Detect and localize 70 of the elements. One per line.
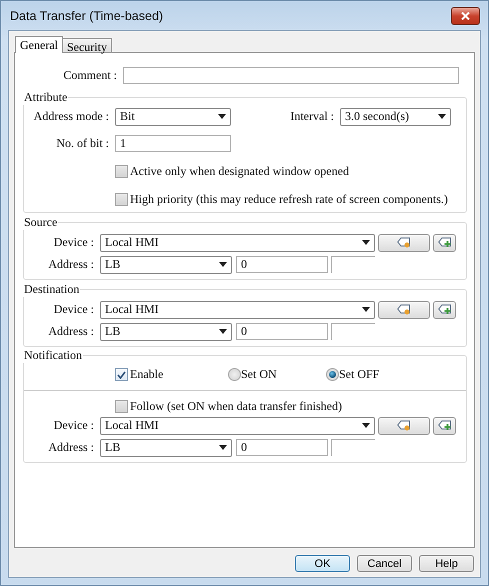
- dialog-button[interactable]: OK: [295, 555, 350, 572]
- group-title: Notification: [23, 348, 83, 363]
- field-label: Address :: [47, 257, 95, 272]
- field-label: No. of bit :: [55, 136, 110, 151]
- tag-button[interactable]: [378, 416, 430, 434]
- window-title: Data Transfer (Time-based): [10, 8, 164, 22]
- tag-icon: [397, 237, 411, 248]
- dropdown[interactable]: Local HMI: [100, 300, 375, 318]
- checkbox-label: Active only when designated window opened: [130, 164, 349, 179]
- caret-icon: [218, 114, 226, 119]
- tag-plus-icon: [438, 420, 452, 431]
- checkbox-label: High priority (this may reduce refresh rate of screen components.): [130, 192, 448, 207]
- tag-icon: [397, 420, 411, 431]
- checkbox-label: Follow (set ON when data transfer finished): [130, 399, 342, 414]
- radio-label: Set ON: [241, 367, 277, 382]
- dialog-button[interactable]: Help: [419, 555, 474, 572]
- field-label: Address mode :: [32, 109, 110, 124]
- field-label: Device :: [52, 235, 95, 250]
- caret-icon: [362, 240, 370, 245]
- caret-icon: [219, 262, 227, 267]
- field-label: Comment :: [62, 68, 118, 83]
- group-title: Source: [23, 215, 58, 230]
- dropdown[interactable]: LB: [100, 438, 232, 456]
- dropdown[interactable]: 3.0 second(s): [340, 108, 451, 126]
- tag-button[interactable]: [378, 234, 430, 252]
- field-label: Address :: [47, 440, 95, 455]
- tag-icon: [397, 304, 411, 315]
- caret-icon: [438, 114, 446, 119]
- close-icon: [461, 12, 470, 20]
- tag-plus-icon: [438, 304, 452, 315]
- checkbox[interactable]: [115, 165, 128, 178]
- address-field[interactable]: 0: [236, 256, 328, 273]
- address-extra-field[interactable]: [331, 439, 375, 456]
- address-field[interactable]: 0: [236, 439, 328, 456]
- group-title: Destination: [23, 282, 80, 297]
- radio-button[interactable]: [326, 368, 339, 381]
- dropdown[interactable]: Local HMI: [100, 234, 375, 252]
- radio-button[interactable]: [228, 368, 241, 381]
- field-label: Device :: [52, 418, 95, 433]
- caret-icon: [362, 307, 370, 312]
- dropdown[interactable]: Local HMI: [100, 416, 375, 434]
- radio-label: Set OFF: [339, 367, 380, 382]
- caret-icon: [362, 423, 370, 428]
- bit-count-field[interactable]: 1: [115, 135, 231, 152]
- tag-button[interactable]: [378, 300, 430, 318]
- dialog-button[interactable]: Cancel: [357, 555, 412, 572]
- comment-field[interactable]: [123, 67, 459, 84]
- checkbox[interactable]: [115, 193, 128, 206]
- tag-add-button[interactable]: [433, 234, 456, 252]
- dropdown[interactable]: LB: [100, 322, 232, 340]
- tag-add-button[interactable]: [433, 300, 456, 318]
- tag-plus-icon: [438, 237, 452, 248]
- checkbox[interactable]: [115, 368, 128, 381]
- tag-add-button[interactable]: [433, 416, 456, 434]
- field-label: Device :: [52, 302, 95, 317]
- checkbox-label: Enable: [130, 367, 164, 382]
- group-title: Attribute: [23, 90, 68, 105]
- tab[interactable]: Security: [62, 38, 112, 52]
- dropdown[interactable]: Bit: [115, 108, 231, 126]
- close-button[interactable]: [451, 6, 480, 24]
- tab[interactable]: General: [15, 36, 63, 53]
- address-extra-field[interactable]: [331, 323, 375, 340]
- field-label: Interval :: [289, 109, 335, 124]
- field-label: Address :: [47, 324, 95, 339]
- caret-icon: [219, 329, 227, 334]
- caret-icon: [219, 445, 227, 450]
- address-extra-field[interactable]: [331, 256, 375, 273]
- dropdown[interactable]: LB: [100, 256, 232, 274]
- checkbox[interactable]: [115, 400, 128, 413]
- address-field[interactable]: 0: [236, 323, 328, 340]
